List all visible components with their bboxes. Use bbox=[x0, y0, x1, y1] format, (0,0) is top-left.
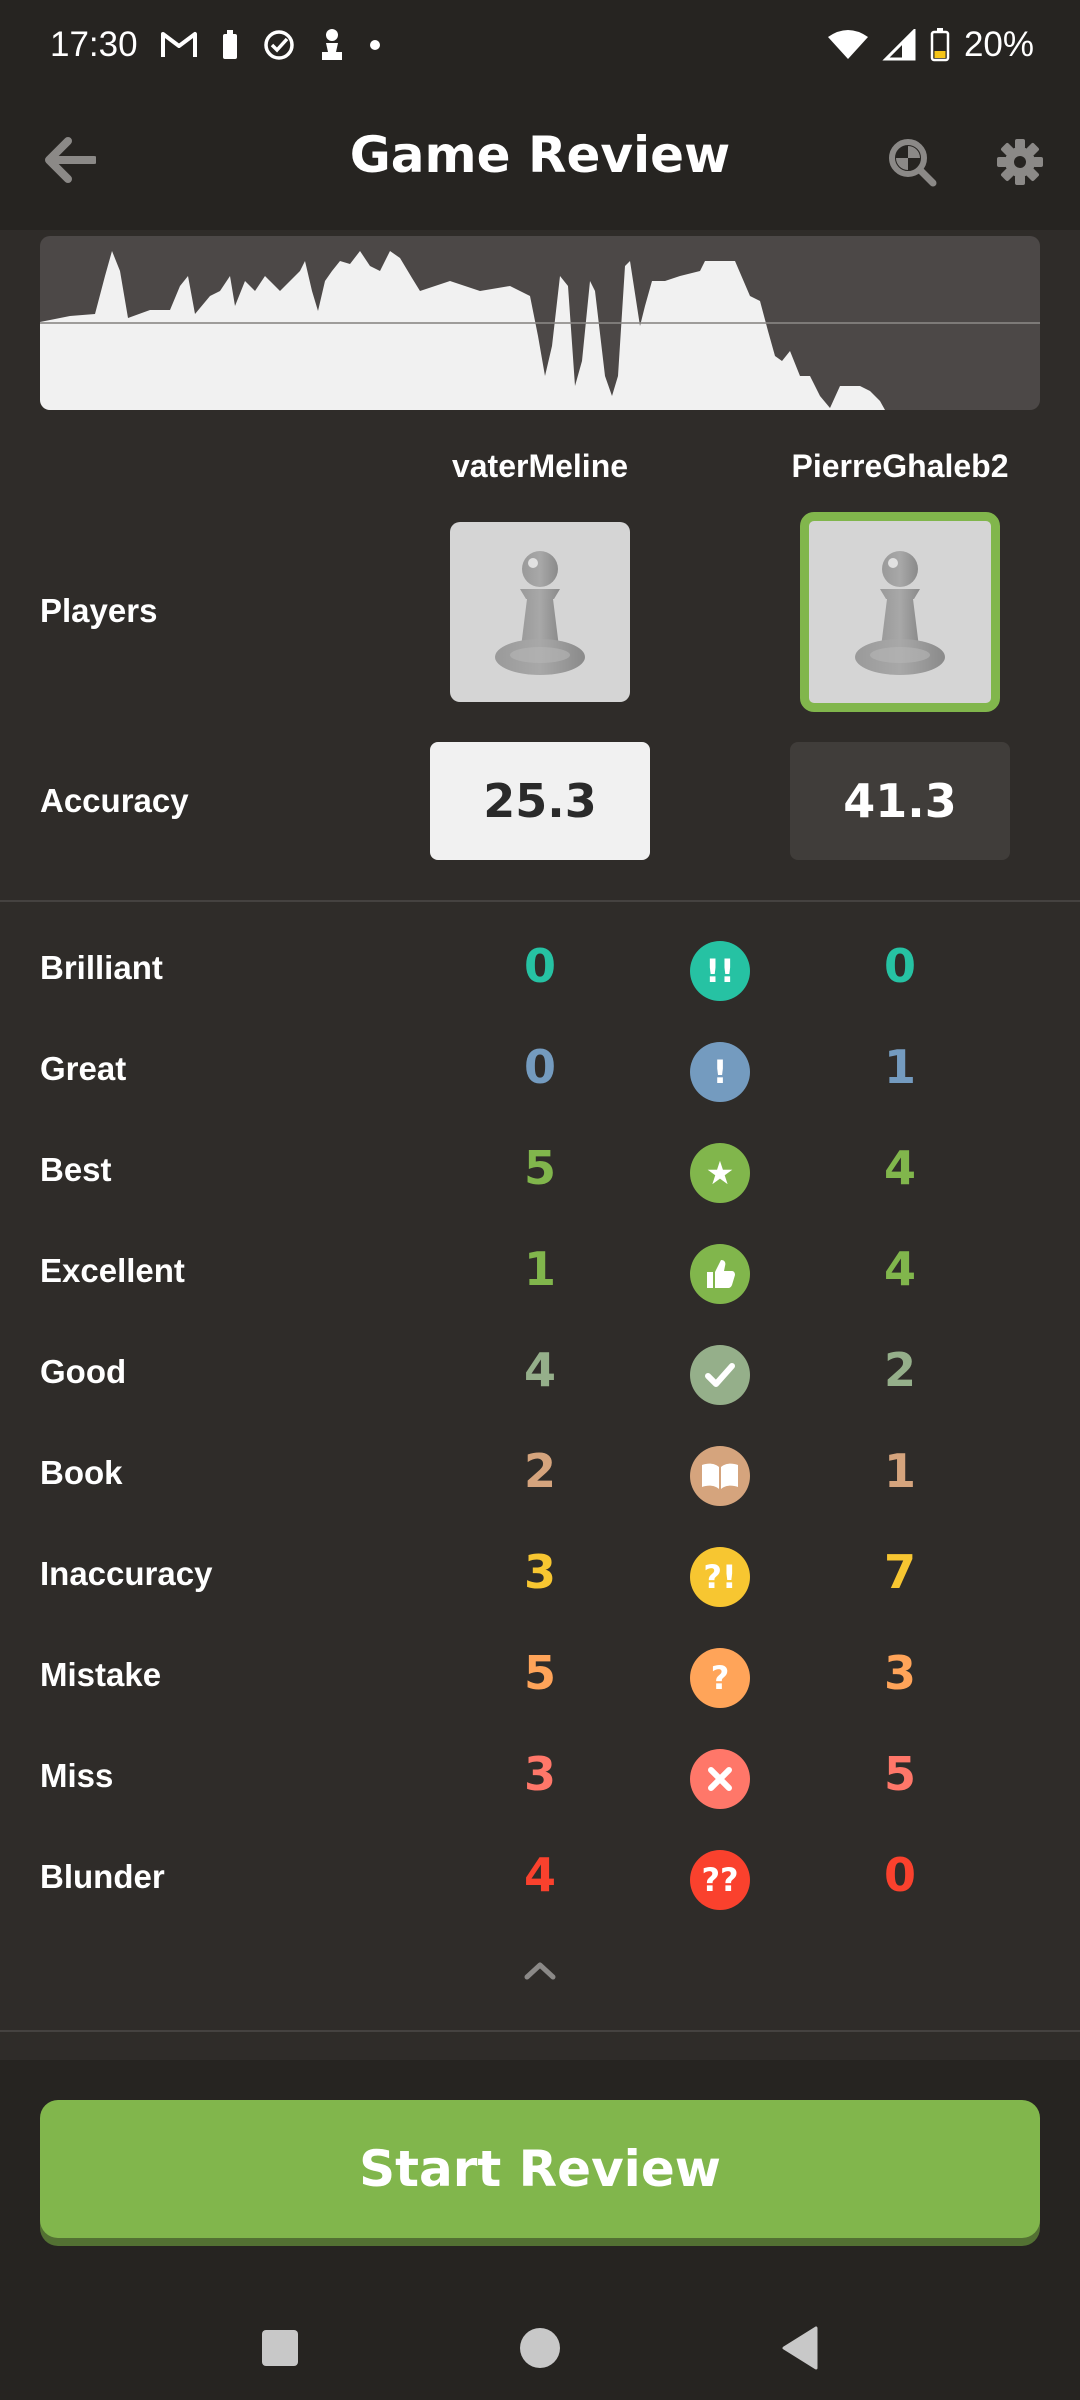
white-count: 0 bbox=[523, 1040, 556, 1094]
app-header: Game Review bbox=[0, 90, 1080, 230]
stat-label: Miss bbox=[40, 1757, 114, 1794]
black-accuracy-value: 41.3 bbox=[790, 742, 1010, 860]
recents-button[interactable] bbox=[250, 2318, 310, 2378]
analysis-button[interactable] bbox=[880, 130, 944, 194]
stat-label: Blunder bbox=[40, 1858, 165, 1895]
gear-icon bbox=[997, 139, 1043, 185]
black-count: 7 bbox=[883, 1545, 916, 1599]
wifi-icon bbox=[827, 29, 868, 61]
check-circle-icon bbox=[262, 28, 296, 62]
white-count: 1 bbox=[523, 1242, 556, 1296]
white-player-avatar[interactable] bbox=[450, 522, 630, 702]
white-count: 4 bbox=[523, 1343, 556, 1397]
stat-row: Brilliant 0 !! 0 bbox=[0, 921, 1080, 1021]
chess-pawn-icon bbox=[318, 28, 346, 62]
white-count: 4 bbox=[523, 1848, 556, 1902]
stat-row: Best 5 ★ 4 bbox=[0, 1123, 1080, 1223]
divider bbox=[0, 900, 1080, 902]
back-nav-button[interactable] bbox=[770, 2318, 830, 2378]
white-count: 3 bbox=[523, 1747, 556, 1801]
stat-row: Book 2 1 bbox=[0, 1426, 1080, 1526]
best-icon: ★ bbox=[690, 1143, 750, 1203]
black-player-avatar[interactable] bbox=[800, 512, 1000, 712]
black-player-name: PierreGhaleb2 bbox=[791, 448, 1009, 484]
white-count: 3 bbox=[523, 1545, 556, 1599]
white-accuracy-value: 25.3 bbox=[430, 742, 650, 860]
miss-icon bbox=[690, 1749, 750, 1809]
dot-icon bbox=[368, 38, 382, 52]
stat-label: Excellent bbox=[40, 1252, 185, 1289]
black-count: 5 bbox=[883, 1747, 916, 1801]
mistake-icon: ? bbox=[690, 1648, 750, 1708]
home-button[interactable] bbox=[510, 2318, 570, 2378]
stat-row: Inaccuracy 3 ?! 7 bbox=[0, 1527, 1080, 1627]
white-player-name: vaterMeline bbox=[451, 448, 629, 484]
collapse-button[interactable] bbox=[510, 1950, 570, 1990]
white-count: 5 bbox=[523, 1141, 556, 1195]
divider bbox=[0, 2030, 1080, 2032]
system-nav-bar bbox=[0, 2290, 1080, 2400]
stat-label: Brilliant bbox=[40, 949, 163, 986]
inaccuracy-icon: ?! bbox=[690, 1547, 750, 1607]
status-time: 17:30 bbox=[50, 25, 138, 64]
battery-percent: 20% bbox=[963, 25, 1034, 64]
pawn-icon bbox=[855, 551, 945, 675]
stat-row: Mistake 5 ? 3 bbox=[0, 1628, 1080, 1728]
stat-label: Best bbox=[40, 1151, 112, 1188]
black-count: 3 bbox=[883, 1646, 916, 1700]
good-icon bbox=[690, 1345, 750, 1405]
circle-icon bbox=[520, 2328, 560, 2368]
stat-row: Good 4 2 bbox=[0, 1325, 1080, 1425]
pawn-icon bbox=[495, 551, 585, 675]
black-count: 1 bbox=[883, 1040, 916, 1094]
battery-icon bbox=[930, 28, 950, 62]
stat-label: Book bbox=[40, 1454, 123, 1491]
black-count: 2 bbox=[883, 1343, 916, 1397]
settings-button[interactable] bbox=[988, 130, 1052, 194]
signal-icon bbox=[882, 29, 916, 61]
players-label: Players bbox=[40, 592, 158, 629]
black-count: 4 bbox=[883, 1141, 916, 1195]
stat-row: Great 0 ! 1 bbox=[0, 1022, 1080, 1122]
white-count: 2 bbox=[523, 1444, 556, 1498]
stat-row: Blunder 4 ?? 0 bbox=[0, 1830, 1080, 1930]
stat-label: Good bbox=[40, 1353, 127, 1390]
black-count: 0 bbox=[883, 939, 916, 993]
accuracy-label: Accuracy bbox=[40, 782, 189, 819]
great-icon: ! bbox=[690, 1042, 750, 1102]
black-count: 1 bbox=[883, 1444, 916, 1498]
excellent-icon bbox=[690, 1244, 750, 1304]
evaluation-area bbox=[40, 251, 885, 410]
brilliant-icon: !! bbox=[690, 941, 750, 1001]
stat-row: Excellent 1 4 bbox=[0, 1224, 1080, 1324]
book-icon bbox=[690, 1446, 750, 1506]
stat-label: Inaccuracy bbox=[40, 1555, 213, 1592]
black-count: 4 bbox=[883, 1242, 916, 1296]
start-review-button[interactable]: Start Review bbox=[40, 2100, 1040, 2238]
black-count: 0 bbox=[883, 1848, 916, 1902]
battery-saver-icon bbox=[220, 29, 240, 61]
gmail-icon bbox=[160, 30, 198, 60]
white-count: 5 bbox=[523, 1646, 556, 1700]
stat-label: Mistake bbox=[40, 1656, 162, 1693]
magnifier-board-icon bbox=[889, 139, 937, 187]
triangle-back-icon bbox=[782, 2326, 818, 2370]
status-bar: 17:30 20% bbox=[0, 0, 1080, 90]
chevron-up-icon bbox=[524, 1962, 556, 1980]
evaluation-graph[interactable] bbox=[40, 236, 1040, 410]
blunder-icon: ?? bbox=[690, 1850, 750, 1910]
stat-row: Miss 3 5 bbox=[0, 1729, 1080, 1829]
stat-label: Great bbox=[40, 1050, 127, 1087]
white-count: 0 bbox=[523, 939, 556, 993]
square-icon bbox=[262, 2330, 298, 2366]
